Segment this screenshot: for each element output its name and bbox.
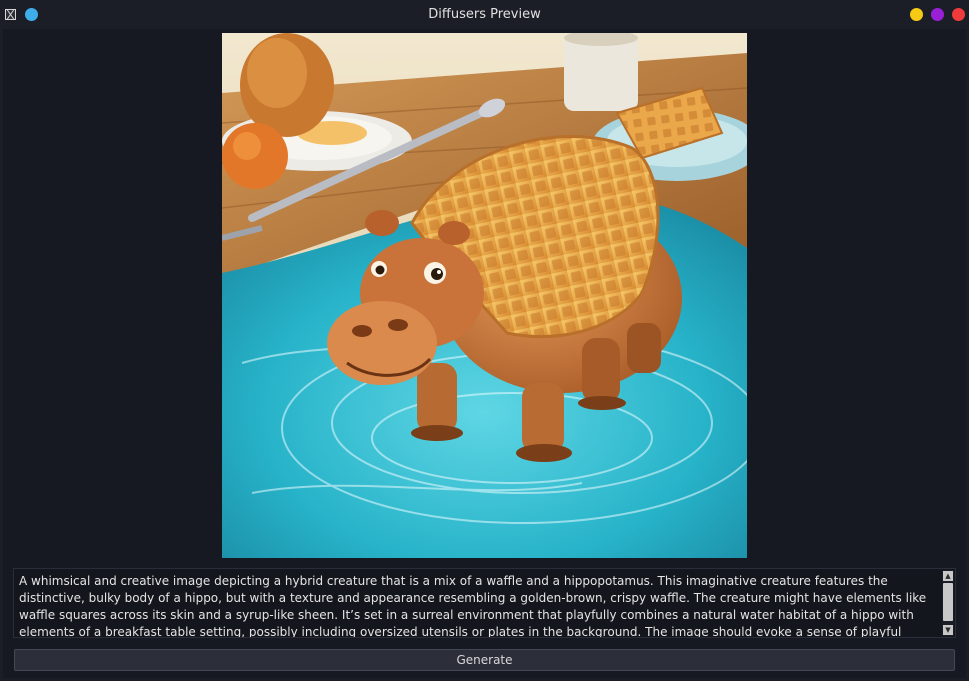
generated-image [222, 33, 747, 558]
main-content: A whimsical and creative image depicting… [3, 29, 966, 678]
generate-button[interactable]: Generate [14, 649, 955, 671]
prompt-scrollbar[interactable]: ▲ ▼ [942, 570, 954, 636]
scroll-thumb[interactable] [943, 583, 953, 621]
prompt-text[interactable]: A whimsical and creative image depicting… [19, 573, 937, 637]
scroll-down-arrow-icon[interactable]: ▼ [943, 625, 953, 635]
prompt-textarea[interactable]: A whimsical and creative image depicting… [13, 568, 956, 638]
waffle-hippo-illustration [222, 33, 747, 558]
maximize-button[interactable] [931, 8, 944, 21]
scroll-up-arrow-icon[interactable]: ▲ [943, 571, 953, 581]
minimize-button[interactable] [910, 8, 923, 21]
window-title: Diffusers Preview [428, 7, 541, 22]
close-button[interactable] [952, 8, 965, 21]
app-window: Diffusers Preview A whimsical and creati… [0, 0, 969, 681]
title-bar: Diffusers Preview [0, 0, 969, 29]
